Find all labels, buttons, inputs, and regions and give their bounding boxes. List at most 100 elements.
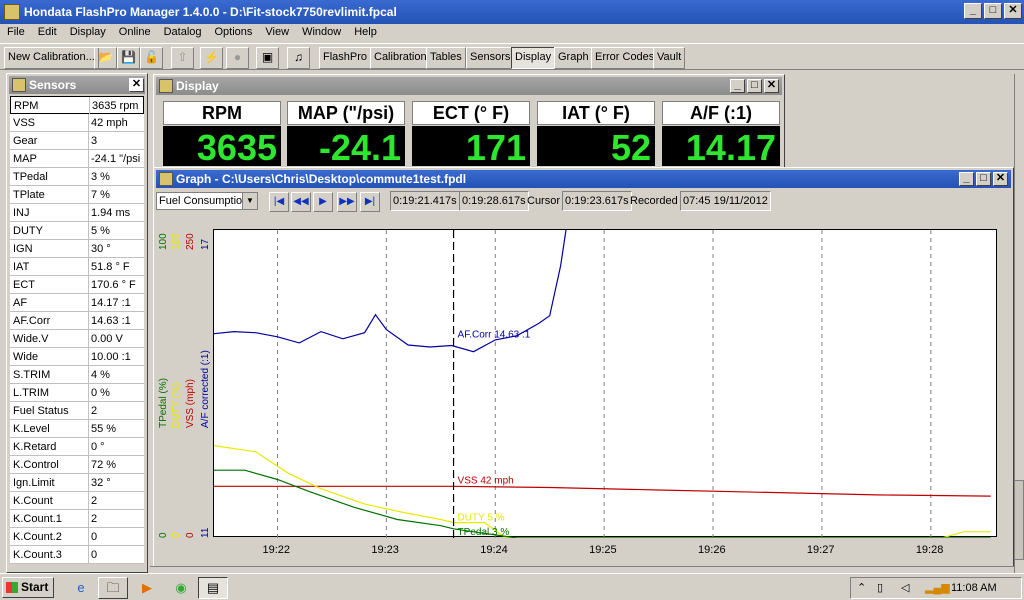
sensor-row[interactable]: Wide 10.00 :1 (10, 348, 144, 366)
sensor-row[interactable]: K.Count 2 (10, 492, 144, 510)
sensor-name: K.Level (13, 423, 50, 435)
upload-icon[interactable]: ⇧ (171, 47, 194, 69)
display-minimize-button[interactable]: _ (730, 79, 745, 93)
gauge-label: MAP ("/psi) (287, 101, 405, 125)
start-label: Start (21, 580, 49, 594)
sensor-row[interactable]: RPM 3635 rpm (10, 96, 144, 114)
sensor-row[interactable]: IAT 51.8 ° F (10, 258, 144, 276)
sensor-row[interactable]: AF 14.17 :1 (10, 294, 144, 312)
sensor-row[interactable]: Gear 3 (10, 132, 144, 150)
taskbar: Start e 🗀 ▶ ◉ ▤ ⌃ ▯ ◁ ▂▄▆ 11:08 AM (0, 573, 1024, 600)
tab-flashpro[interactable]: FlashPro (319, 47, 372, 69)
sensor-row[interactable]: MAP -24.1 "/psi (10, 150, 144, 168)
maximize-button[interactable]: □ (984, 3, 1002, 19)
sensor-name: Gear (13, 135, 38, 147)
menu-display[interactable]: Display (63, 24, 112, 38)
menu-bar: File Edit Display Online Datalog Options View W… (0, 24, 1024, 42)
windows-icon[interactable]: ▣ (256, 47, 279, 69)
menu-window[interactable]: Window (295, 24, 347, 38)
display-maximize-button[interactable]: □ (747, 79, 762, 93)
music-icon[interactable]: ♫ (287, 47, 310, 69)
network-icon[interactable]: ▂▄▆ (925, 581, 950, 594)
start-button[interactable]: Start (2, 577, 54, 598)
sensor-row[interactable]: VSS 42 mph (10, 114, 144, 132)
sensor-row[interactable]: Fuel Status 2 (10, 402, 144, 420)
fast-forward-button[interactable]: ▶▶ (337, 192, 357, 212)
sensor-name: IAT (13, 261, 30, 273)
menu-file[interactable]: File (0, 24, 31, 38)
sensor-row[interactable]: INJ 1.94 ms (10, 204, 144, 222)
sensor-row[interactable]: K.Count.1 2 (10, 510, 144, 528)
media-player-icon[interactable]: ▶ (132, 577, 162, 599)
tab-tables[interactable]: Tables (426, 47, 466, 69)
horizontal-scrollbar[interactable] (150, 566, 1014, 573)
display-close-button[interactable]: ✕ (764, 79, 779, 93)
sensor-value: 0.00 V (91, 333, 123, 345)
sensor-row[interactable]: S.TRIM 4 % (10, 366, 144, 384)
last-button[interactable]: ▶| (360, 192, 380, 212)
clock[interactable]: 11:08 AM (951, 582, 997, 594)
tab-error-codes[interactable]: Error Codes (591, 47, 659, 69)
sensor-row[interactable]: DUTY 5 % (10, 222, 144, 240)
tab-display[interactable]: Display (511, 47, 556, 69)
explorer-icon[interactable]: 🗀 (98, 577, 128, 599)
tab-sensors[interactable]: Sensors (466, 47, 515, 69)
save-icon[interactable]: 💾 (117, 47, 140, 69)
tab-vault[interactable]: Vault (653, 47, 686, 69)
sensor-name: Ign.Limit (13, 477, 55, 489)
display-title: Display (176, 79, 219, 93)
tab-calibration[interactable]: Calibration (370, 47, 431, 69)
chevron-down-icon[interactable]: ▼ (242, 193, 257, 209)
graph-svg: AF.Corr 14.63 :1 VSS 42 mph DUTY 5 % TPedal… (214, 230, 991, 538)
sensor-row[interactable]: TPedal 3 % (10, 168, 144, 186)
sensor-row[interactable]: K.Control 72 % (10, 456, 144, 474)
menu-help[interactable]: Help (347, 24, 383, 38)
close-button[interactable]: ✕ (1004, 3, 1022, 19)
sensor-name: ECT (13, 279, 35, 291)
sensor-row[interactable]: AF.Corr 14.63 :1 (10, 312, 144, 330)
unlock-icon[interactable]: 🔓 (140, 47, 163, 69)
sensor-row[interactable]: ECT 170.6 ° F (10, 276, 144, 294)
open-folder-icon[interactable]: 📂 (94, 47, 117, 69)
sensor-value: 2 (91, 513, 98, 525)
sensor-row[interactable]: K.Level 55 % (10, 420, 144, 438)
play-button[interactable]: ▶ (313, 192, 333, 212)
tray-expand-icon[interactable]: ⌃ (857, 581, 866, 594)
flash-icon[interactable]: ⚡ (200, 47, 223, 69)
sensor-row[interactable]: IGN 30 ° (10, 240, 144, 258)
sensor-row[interactable]: K.Count.3 0 (10, 546, 144, 564)
rewind-button[interactable]: ◀◀ (291, 192, 311, 212)
graph-close-button[interactable]: ✕ (993, 172, 1008, 186)
graph-maximize-button[interactable]: □ (976, 172, 991, 186)
first-button[interactable]: |◀ (269, 192, 289, 212)
sensor-row[interactable]: K.Count.2 0 (10, 528, 144, 546)
new-calibration-button[interactable]: New Calibration... (4, 47, 99, 69)
ie-icon[interactable]: e (66, 577, 96, 599)
sensor-row[interactable]: Wide.V 0.00 V (10, 330, 144, 348)
gauge-af: A/F (:1) 14.17 (662, 101, 780, 166)
flashpro-taskbar-button[interactable]: ▤ (198, 577, 228, 599)
graph-minimize-button[interactable]: _ (959, 172, 974, 186)
sensors-close-icon[interactable]: ✕ (129, 78, 144, 92)
menu-edit[interactable]: Edit (31, 24, 63, 38)
sensor-row[interactable]: Ign.Limit 32 ° (10, 474, 144, 492)
menu-view[interactable]: View (258, 24, 295, 38)
axis-title: VSS (mph) (185, 379, 196, 428)
record-icon[interactable]: ● (226, 47, 249, 69)
menu-online[interactable]: Online (112, 24, 157, 38)
battery-icon[interactable]: ▯ (877, 581, 883, 594)
chrome-icon[interactable]: ◉ (166, 577, 196, 599)
sensor-row[interactable]: TPlate 7 % (10, 186, 144, 204)
menu-datalog[interactable]: Datalog (157, 24, 208, 38)
minimize-button[interactable]: _ (964, 3, 982, 19)
gauge-value: -24.1 (287, 126, 405, 166)
scrollbar-thumb[interactable] (1014, 480, 1024, 560)
sensor-row[interactable]: K.Retard 0 ° (10, 438, 144, 456)
start-time-field: 0:19:21.417s (390, 191, 460, 211)
channel-select[interactable]: Fuel Consumption ▼ (156, 192, 258, 210)
graph-plot-area[interactable]: AF.Corr 14.63 :1 VSS 42 mph DUTY 5 % TPedal… (213, 229, 997, 538)
tab-graph[interactable]: Graph (554, 47, 593, 69)
volume-icon[interactable]: ◁ (901, 581, 909, 594)
menu-options[interactable]: Options (208, 24, 259, 38)
sensor-row[interactable]: L.TRIM 0 % (10, 384, 144, 402)
